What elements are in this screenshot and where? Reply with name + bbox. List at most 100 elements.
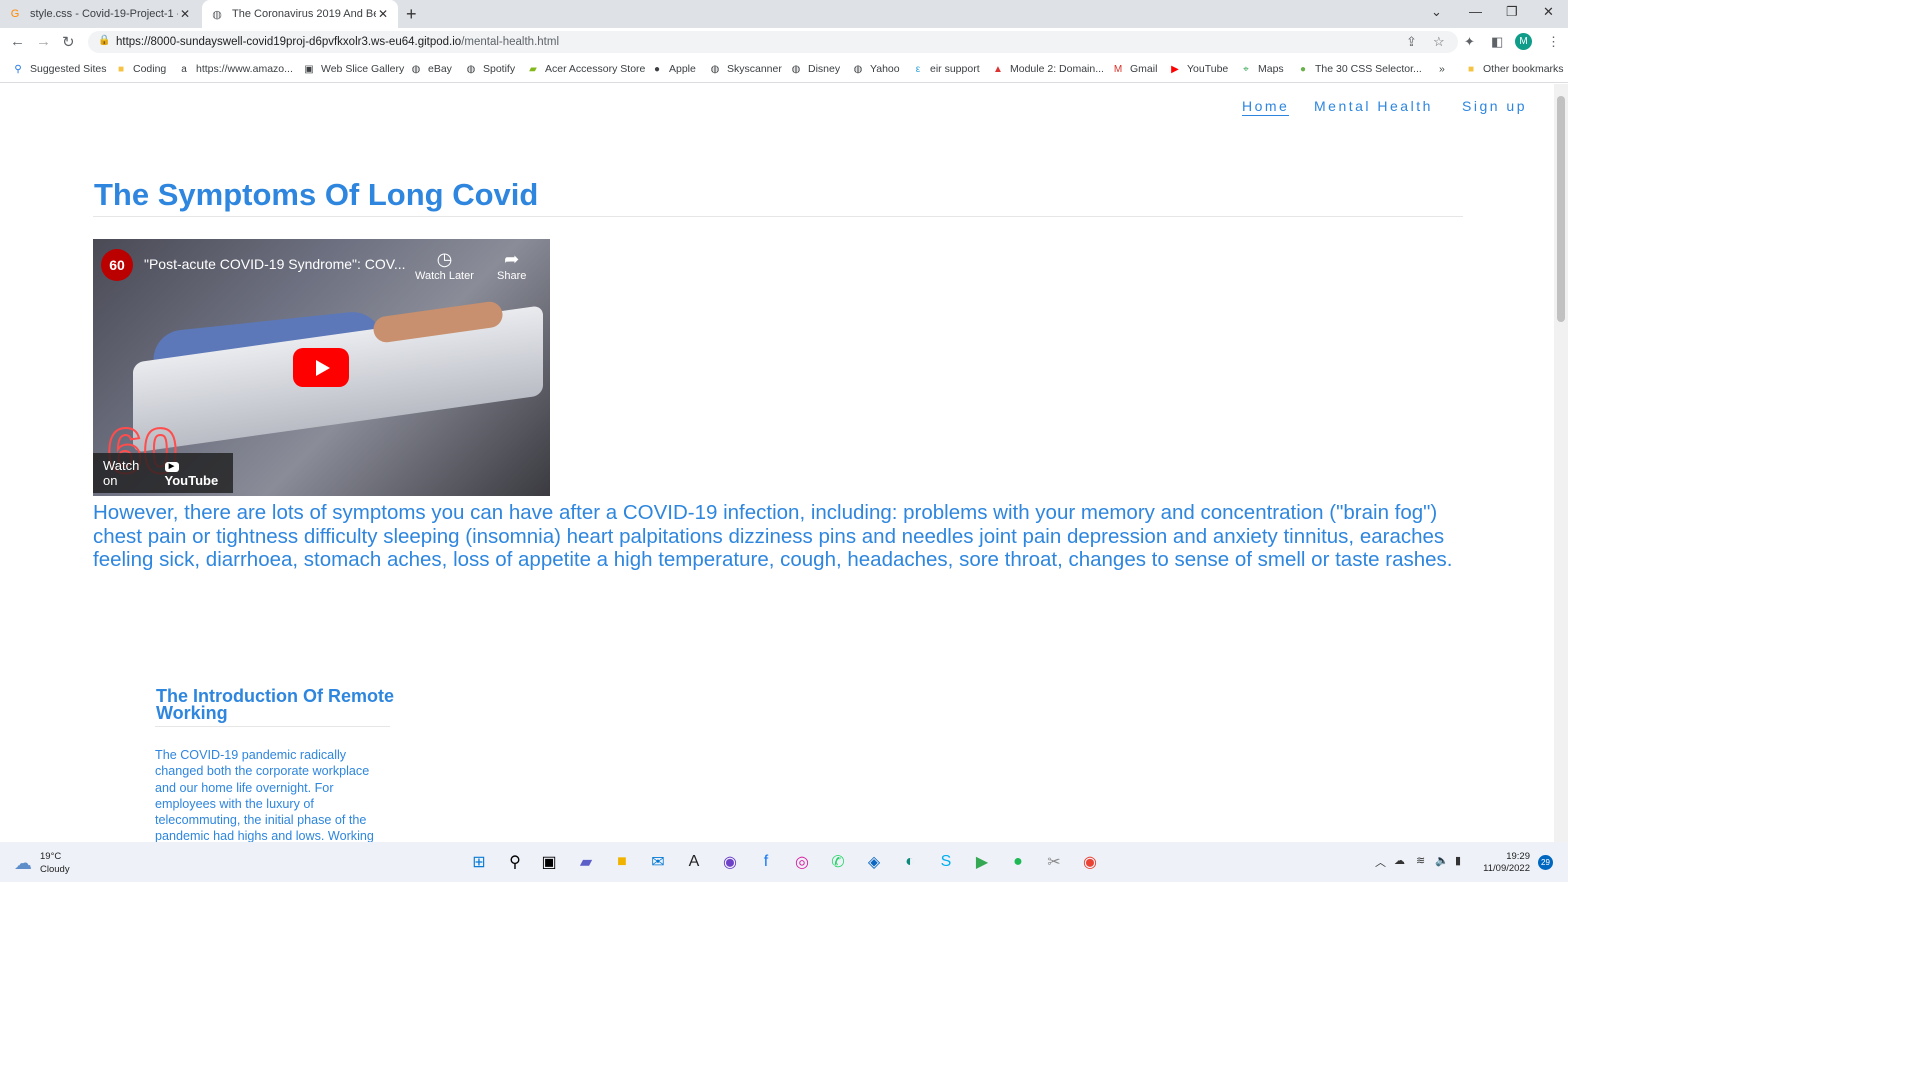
bookmark-yahoo[interactable]: ◍ Yahoo	[852, 63, 900, 75]
bookmark-youtube[interactable]: ▶ YouTube	[1169, 63, 1228, 75]
mail-icon[interactable]: ✉	[645, 849, 671, 875]
forward-icon[interactable]: →	[36, 33, 51, 50]
close-tab-icon[interactable]: ✕	[376, 7, 390, 21]
bookmark-css-selectors[interactable]: ● The 30 CSS Selector...	[1297, 63, 1422, 75]
watch-later-button[interactable]: ◷ Watch Later	[415, 249, 474, 282]
battery-icon[interactable]: ▮	[1455, 854, 1461, 867]
bookmark-apple[interactable]: ● Apple	[651, 63, 696, 75]
youtube-logo-icon: ▶	[164, 461, 179, 472]
clock-icon: ◷	[436, 249, 453, 269]
clock-date: 11/09/2022	[1483, 863, 1530, 874]
globe-icon: ◍	[853, 63, 863, 75]
profile-avatar[interactable]: M	[1515, 33, 1532, 50]
volume-icon[interactable]: 🔈	[1435, 854, 1449, 867]
facebook-icon[interactable]: f	[753, 849, 779, 875]
wifi-icon[interactable]: ≋	[1416, 854, 1425, 867]
teams-chat-icon[interactable]: ▰	[573, 849, 599, 875]
bookmark-coding[interactable]: ■ Coding	[115, 63, 166, 75]
snipping-tool-icon[interactable]: ✂	[1041, 849, 1067, 875]
apple-icon: ●	[653, 63, 661, 75]
store-icon[interactable]: ◈	[861, 849, 887, 875]
chrome-icon[interactable]: ◉	[1077, 849, 1103, 875]
symptoms-paragraph: However, there are lots of symptoms you …	[93, 501, 1453, 571]
bookmark-skyscanner[interactable]: ◍ Skyscanner	[709, 63, 782, 75]
extensions-icon[interactable]: ✦	[1464, 34, 1475, 50]
tab-search-icon[interactable]: ⌄	[1431, 4, 1442, 20]
weather-widget[interactable]: ☁ 19°C Cloudy	[14, 850, 70, 876]
nav-signup-link[interactable]: Sign up	[1462, 98, 1527, 114]
vertical-scrollbar[interactable]	[1554, 84, 1568, 842]
folder-icon: ■	[1467, 63, 1475, 75]
play-icon	[315, 359, 330, 376]
nav-home-link[interactable]: Home	[1242, 98, 1290, 116]
watch-on-youtube-button[interactable]: Watch on ▶YouTube	[93, 453, 233, 493]
system-clock[interactable]: 19:29 11/09/2022	[1478, 851, 1530, 875]
onedrive-icon[interactable]: ☁	[1394, 854, 1405, 867]
bookmark-disney[interactable]: ◍ Disney	[790, 63, 840, 75]
remote-working-paragraph: The COVID-19 pandemic radically changed …	[155, 748, 374, 842]
back-icon[interactable]: ←	[10, 33, 25, 50]
play-button[interactable]	[293, 348, 349, 387]
app-a-icon[interactable]: A	[681, 849, 707, 875]
tab-title: style.css - Covid-19-Project-1 - G	[30, 8, 178, 20]
minimize-icon[interactable]: —	[1469, 4, 1482, 19]
tab-title: The Coronavirus 2019 And Beyon	[232, 8, 376, 20]
module-icon: ▲	[993, 63, 1003, 75]
close-tab-icon[interactable]: ✕	[178, 7, 192, 21]
video-title[interactable]: "Post-acute COVID-19 Syndrome": COV...	[144, 256, 406, 272]
bookmark-ebay[interactable]: ◍ eBay	[410, 63, 452, 75]
bookmark-star-icon[interactable]: ☆	[1433, 34, 1445, 50]
youtube-video-embed[interactable]: 60 "Post-acute COVID-19 Syndrome": COV..…	[93, 239, 550, 496]
bookmark-web-slice-gallery[interactable]: ▣ Web Slice Gallery	[303, 63, 404, 75]
share-button[interactable]: ➦ Share	[497, 249, 526, 282]
weather-condition: Cloudy	[40, 864, 70, 875]
tray-overflow-icon[interactable]: ︿	[1375, 854, 1386, 870]
bookmark-acer[interactable]: ▰ Acer Accessory Store	[527, 63, 645, 75]
side-panel-icon[interactable]: ◧	[1491, 34, 1503, 50]
bookmark-amazon[interactable]: a https://www.amazo...	[178, 63, 293, 75]
instagram-icon[interactable]: ◎	[789, 849, 815, 875]
bookmark-gmail[interactable]: M Gmail	[1112, 63, 1158, 75]
scrollbar-thumb[interactable]	[1557, 96, 1565, 322]
menu-icon[interactable]: ⋮	[1547, 34, 1560, 50]
spotify-icon[interactable]: ●	[1005, 849, 1031, 875]
page-title: The Symptoms Of Long Covid	[94, 177, 539, 212]
skype-icon[interactable]: S	[933, 849, 959, 875]
address-bar[interactable]: 🔒 https://8000-sundayswell-covid19proj-d…	[88, 31, 1458, 53]
file-explorer-icon[interactable]: ■	[609, 849, 635, 875]
maps-icon: ⌖	[1243, 63, 1249, 75]
bookmark-eir-support[interactable]: ε eir support	[912, 63, 980, 75]
task-view-icon[interactable]: ▣	[536, 849, 562, 875]
bookmark-maps[interactable]: ⌖ Maps	[1240, 63, 1284, 75]
restore-icon[interactable]: ❐	[1506, 4, 1518, 20]
bookmark-suggested-sites[interactable]: ⚲ Suggested Sites	[12, 63, 106, 75]
whatsapp-icon[interactable]: ✆	[825, 849, 851, 875]
notification-badge[interactable]: 29	[1538, 855, 1553, 870]
clock-time: 19:29	[1506, 851, 1530, 862]
browser-toolbar: ← → ↻ 🔒 https://8000-sundayswell-covid19…	[0, 28, 1568, 56]
bookmark-module-2[interactable]: ▲ Module 2: Domain...	[992, 63, 1104, 75]
folder-icon: ■	[117, 63, 125, 75]
taskbar: ☁ 19°C Cloudy ⊞ ⚲ ▣ ▰ ■ ✉ A ◉ f ◎ ✆ ◈ ◐ …	[0, 842, 1568, 882]
share-icon[interactable]: ⇪	[1406, 34, 1417, 50]
bookmark-spotify[interactable]: ◍ Spotify	[465, 63, 515, 75]
close-window-icon[interactable]: ✕	[1543, 4, 1554, 20]
bookmarks-overflow-button[interactable]: »	[1439, 63, 1445, 75]
nav-mental-health-link[interactable]: Mental Health	[1314, 98, 1433, 114]
youtube-icon: ▶	[1171, 63, 1179, 75]
new-tab-button[interactable]: +	[406, 4, 417, 25]
gitpod-icon: G	[10, 8, 20, 20]
globe-icon: ◍	[466, 63, 476, 75]
bookmark-other[interactable]: ■ Other bookmarks	[1465, 63, 1564, 75]
browser-tab-gitpod[interactable]: G style.css - Covid-19-Project-1 - G ✕	[0, 0, 200, 28]
browser-tab-active[interactable]: ◍ The Coronavirus 2019 And Beyon ✕	[202, 0, 398, 28]
app-shield-icon[interactable]: ◉	[717, 849, 743, 875]
temperature: 19°C	[40, 851, 62, 862]
youtube-wordmark: YouTube	[164, 473, 219, 488]
start-icon[interactable]: ⊞	[466, 849, 492, 875]
meet-icon[interactable]: ▶	[969, 849, 995, 875]
edge-icon[interactable]: ◐	[897, 849, 923, 875]
channel-logo[interactable]: 60	[101, 249, 133, 281]
search-icon[interactable]: ⚲	[502, 849, 528, 875]
reload-icon[interactable]: ↻	[62, 33, 75, 51]
